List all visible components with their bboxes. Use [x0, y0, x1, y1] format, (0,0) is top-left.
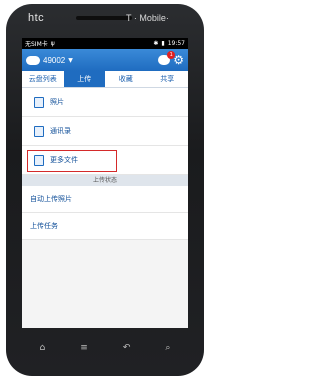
bluetooth-icon: ✱	[153, 40, 159, 47]
back-icon[interactable]: ↶	[123, 343, 131, 353]
brand-htc: htc	[28, 12, 45, 24]
battery-icon: ▮	[161, 40, 165, 47]
app-bar: 49002 ▼ 1 ⚙	[22, 49, 188, 71]
tab-cloud-list[interactable]: 云盘列表	[22, 71, 64, 87]
list-item-label: 自动上传照片	[30, 195, 72, 203]
contacts-icon	[34, 125, 44, 137]
tab-upload[interactable]: 上传	[63, 71, 105, 87]
brand-tmobile: T · Mobile·	[126, 13, 169, 23]
chevron-down-icon[interactable]: ▼	[68, 57, 73, 64]
list-item-upload-tasks[interactable]: 上传任务	[22, 213, 188, 240]
menu-icon[interactable]: ≡	[80, 343, 88, 353]
upload-list: 照片 通讯录 更多文件	[22, 88, 188, 175]
search-icon[interactable]: ⌕	[165, 343, 170, 353]
screen: 无SIM卡 ψ ✱ ▮ 19:57 49002 ▼ 1 ⚙ 云盘列表 上传 收藏…	[22, 38, 188, 328]
usb-icon: ψ	[50, 40, 55, 47]
list-item-auto-upload[interactable]: 自动上传照片	[22, 186, 188, 213]
tab-favorites[interactable]: 收藏	[105, 71, 147, 87]
hardware-nav-bar: ⌂ ≡ ↶ ⌕	[22, 338, 188, 358]
list-item-photos[interactable]: 照片	[22, 88, 188, 117]
speaker-grille	[76, 16, 132, 20]
message-icon[interactable]: 1	[158, 51, 176, 65]
list-item-more-files[interactable]: 更多文件	[22, 146, 188, 175]
tab-bar: 云盘列表 上传 收藏 共享	[22, 71, 188, 88]
list-item-label: 通讯录	[50, 127, 71, 135]
list-item-label: 照片	[50, 98, 64, 106]
cloud-icon[interactable]	[26, 55, 40, 65]
tab-share[interactable]: 共享	[147, 71, 189, 87]
list-item-label: 上传任务	[30, 222, 58, 230]
account-count[interactable]: 49002	[43, 56, 65, 65]
section-header: 上传状态	[22, 175, 188, 186]
photo-icon	[34, 96, 44, 108]
list-item-contacts[interactable]: 通讯录	[22, 117, 188, 146]
clock: 19:57	[167, 40, 185, 47]
file-icon	[34, 154, 44, 166]
status-bar: 无SIM卡 ψ ✱ ▮ 19:57	[22, 38, 188, 49]
home-icon[interactable]: ⌂	[40, 343, 46, 353]
carrier-label: 无SIM卡	[25, 41, 48, 48]
